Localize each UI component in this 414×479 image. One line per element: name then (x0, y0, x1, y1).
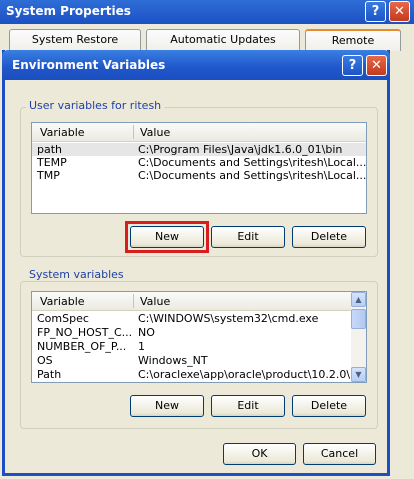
var-name: path (37, 143, 63, 156)
user-var-row[interactable]: path C:\Program Files\Java\jdk1.6.0_01\b… (32, 143, 366, 156)
system-delete-button[interactable]: Delete (292, 395, 366, 417)
var-value: Windows_NT (138, 354, 208, 367)
user-variables-list[interactable]: Variable Value path C:\Program Files\Jav… (31, 122, 367, 214)
help-icon[interactable]: ? (365, 1, 386, 22)
user-new-button[interactable]: New (130, 226, 204, 248)
user-var-row[interactable]: TMP C:\Documents and Settings\ritesh\Loc… (32, 169, 366, 182)
column-separator[interactable] (133, 294, 134, 308)
var-name: FP_NO_HOST_C... (37, 326, 133, 339)
scroll-up-icon[interactable]: ▲ (351, 292, 366, 307)
var-value: C:\Program Files\Java\jdk1.6.0_01\bin (138, 143, 343, 156)
system-var-row[interactable]: NUMBER_OF_P... 1 (32, 340, 351, 353)
var-name: NUMBER_OF_P... (37, 340, 127, 353)
var-value: NO (138, 326, 155, 339)
system-list-header: Variable Value (32, 292, 351, 311)
tab-automatic-updates[interactable]: Automatic Updates (146, 29, 300, 51)
system-new-button[interactable]: New (130, 395, 204, 417)
system-list-scrollbar[interactable]: ▲ ▼ (351, 292, 366, 382)
environment-variables-titlebar: Environment Variables ? ✕ (2, 50, 390, 80)
user-list-header: Variable Value (32, 123, 366, 142)
scroll-thumb[interactable] (351, 309, 366, 329)
close-icon[interactable]: ✕ (389, 1, 410, 22)
system-properties-title: System Properties (6, 4, 131, 18)
system-var-row[interactable]: ComSpec C:\WINDOWS\system32\cmd.exe (32, 312, 351, 325)
var-value: C:\Documents and Settings\ritesh\Local..… (138, 156, 367, 169)
scroll-down-icon[interactable]: ▼ (351, 367, 366, 382)
user-delete-button[interactable]: Delete (292, 226, 366, 248)
system-edit-button[interactable]: Edit (211, 395, 285, 417)
column-separator[interactable] (133, 125, 134, 139)
system-variables-label: System variables (26, 268, 127, 281)
var-value: C:\WINDOWS\system32\cmd.exe (138, 312, 319, 325)
system-properties-titlebar: System Properties ? ✕ (0, 0, 414, 24)
var-name: TEMP (37, 156, 67, 169)
column-value[interactable]: Value (140, 295, 170, 308)
column-value[interactable]: Value (140, 126, 170, 139)
user-var-row[interactable]: TEMP C:\Documents and Settings\ritesh\Lo… (32, 156, 366, 169)
tab-remote[interactable]: Remote (305, 29, 401, 51)
var-name: Path (37, 368, 62, 381)
var-name: TMP (37, 169, 60, 182)
system-var-row[interactable]: Path C:\oraclexe\app\oracle\product\10.2… (32, 368, 361, 381)
user-edit-button[interactable]: Edit (211, 226, 285, 248)
cancel-button[interactable]: Cancel (303, 443, 376, 465)
column-variable[interactable]: Variable (40, 126, 85, 139)
var-value: C:\Documents and Settings\ritesh\Local..… (138, 169, 367, 182)
system-variables-list[interactable]: Variable Value ComSpec C:\WINDOWS\system… (31, 291, 367, 383)
var-value: 1 (138, 340, 145, 353)
system-var-row[interactable]: FP_NO_HOST_C... NO (32, 326, 351, 339)
ok-button[interactable]: OK (223, 443, 296, 465)
dialog-close-icon[interactable]: ✕ (366, 55, 387, 76)
dialog-help-icon[interactable]: ? (342, 55, 363, 76)
var-name: OS (37, 354, 53, 367)
var-name: ComSpec (37, 312, 89, 325)
system-var-row[interactable]: OS Windows_NT (32, 354, 351, 367)
var-value: C:\oraclexe\app\oracle\product\10.2.0\..… (138, 368, 361, 381)
column-variable[interactable]: Variable (40, 295, 85, 308)
dialog-title: Environment Variables (12, 58, 166, 72)
user-variables-label: User variables for ritesh (26, 99, 165, 112)
tab-system-restore[interactable]: System Restore (9, 29, 141, 51)
